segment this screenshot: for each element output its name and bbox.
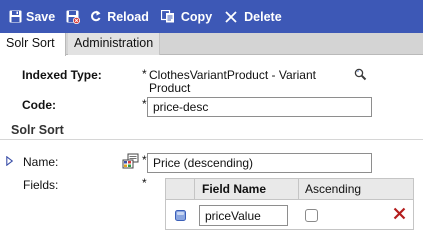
indexed-type-value: ClothesVariantProduct - Variant bbox=[149, 68, 316, 82]
fields-table: Field Name Ascending bbox=[165, 178, 414, 230]
localize-icon[interactable] bbox=[122, 153, 139, 172]
code-label: Code: bbox=[22, 98, 56, 112]
expand-arrow-icon[interactable] bbox=[6, 155, 14, 169]
tab-administration[interactable]: Administration bbox=[68, 33, 160, 55]
delete-button[interactable]: Delete bbox=[225, 0, 282, 33]
save-and-close-button[interactable] bbox=[66, 0, 81, 33]
reload-icon bbox=[90, 10, 101, 23]
fields-table-header: Field Name Ascending bbox=[166, 179, 413, 200]
name-required-marker: * bbox=[142, 153, 147, 167]
indexed-type-value-line2: Product bbox=[149, 81, 191, 95]
header-field-name[interactable]: Field Name bbox=[195, 179, 299, 200]
solr-sort-section-header: Solr Sort bbox=[0, 121, 423, 140]
fields-required-marker: * bbox=[142, 176, 147, 190]
indexed-type-label: Indexed Type: bbox=[22, 68, 102, 82]
indexed-type-value-line1: ClothesVariantProduct - Variant bbox=[149, 68, 316, 82]
delete-icon bbox=[225, 10, 237, 23]
tab-solr-sort[interactable]: Solr Sort bbox=[0, 33, 66, 56]
reload-label: Reload bbox=[107, 9, 149, 24]
field-name-input[interactable] bbox=[199, 205, 288, 226]
remove-row-icon[interactable] bbox=[393, 207, 406, 223]
save-icon bbox=[9, 10, 22, 23]
save-button[interactable]: Save bbox=[9, 0, 55, 33]
row-select-icon[interactable] bbox=[175, 210, 186, 224]
copy-label: Copy bbox=[180, 9, 213, 24]
search-icon[interactable] bbox=[354, 68, 367, 84]
tab-bar: Solr Sort Administration bbox=[0, 33, 423, 56]
copy-icon bbox=[160, 10, 175, 23]
table-row[interactable] bbox=[166, 201, 413, 229]
indexed-type-required-marker: * bbox=[142, 67, 147, 81]
ascending-checkbox[interactable] bbox=[305, 209, 318, 222]
header-select-column bbox=[166, 179, 195, 200]
section-title: Solr Sort bbox=[11, 123, 64, 137]
save-label: Save bbox=[26, 9, 56, 24]
delete-label: Delete bbox=[244, 9, 282, 24]
name-label: Name: bbox=[23, 155, 59, 169]
toolbar: Save Reload Copy Delete bbox=[0, 0, 423, 33]
copy-button[interactable]: Copy bbox=[160, 0, 213, 33]
code-required-marker: * bbox=[142, 97, 147, 111]
name-input[interactable] bbox=[147, 153, 372, 173]
code-input[interactable] bbox=[147, 97, 372, 117]
fields-label: Fields: bbox=[23, 178, 59, 192]
header-ascending[interactable]: Ascending bbox=[299, 179, 413, 200]
save-and-close-icon bbox=[66, 10, 81, 24]
reload-button[interactable]: Reload bbox=[90, 0, 149, 33]
